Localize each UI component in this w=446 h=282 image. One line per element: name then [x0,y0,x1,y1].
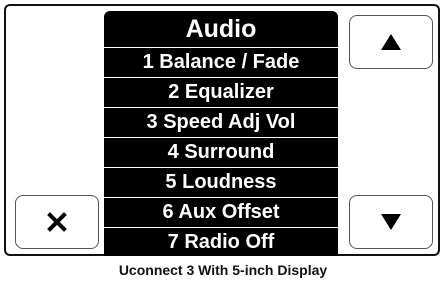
triangle-down-icon [381,214,401,230]
menu-item-balance-fade[interactable]: 1 Balance / Fade [104,47,338,77]
menu-item-equalizer[interactable]: 2 Equalizer [104,77,338,107]
figure-caption: Uconnect 3 With 5-inch Display [118,262,328,278]
menu-item-radio-off[interactable]: 7 Radio Off [104,227,338,256]
menu-title: Audio [185,15,257,43]
audio-menu: Audio 1 Balance / Fade 2 Equalizer 3 Spe… [104,11,338,256]
scroll-up-button[interactable] [349,15,433,69]
menu-item-surround[interactable]: 4 Surround [104,137,338,167]
menu-item-speed-adj-vol[interactable]: 3 Speed Adj Vol [104,107,338,137]
close-icon [47,212,67,232]
triangle-up-icon [381,34,401,50]
scroll-down-button[interactable] [349,195,433,249]
menu-item-loudness[interactable]: 5 Loudness [104,167,338,197]
close-button[interactable] [15,195,99,249]
menu-item-aux-offset[interactable]: 6 Aux Offset [104,197,338,227]
